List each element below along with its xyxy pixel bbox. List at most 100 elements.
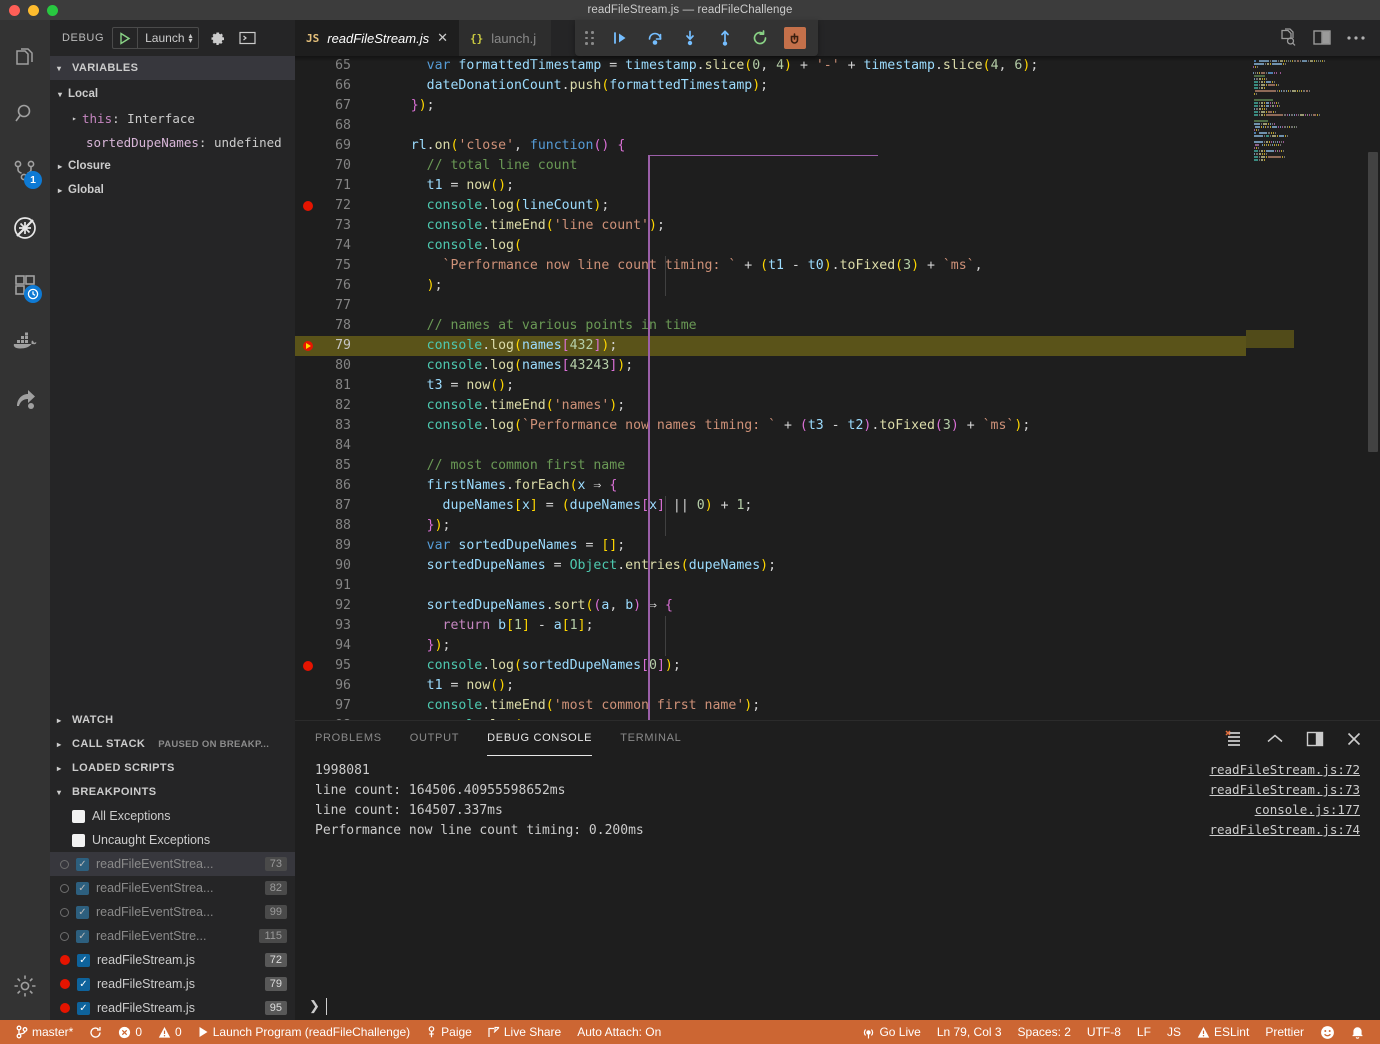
code-line[interactable]: 80 console.log(names[43243]);: [295, 356, 1246, 376]
code-line[interactable]: 74 console.log(: [295, 236, 1246, 256]
breakpoint-gutter[interactable]: [295, 296, 321, 316]
checkbox[interactable]: ✓: [76, 930, 89, 943]
status-cursor-position[interactable]: Ln 79, Col 3: [929, 1020, 1010, 1044]
code-text[interactable]: t1 = now();: [365, 676, 1246, 696]
status-account[interactable]: Paige: [418, 1020, 480, 1044]
checkbox[interactable]: ✓: [77, 1002, 90, 1015]
breakpoint-gutter[interactable]: [295, 336, 321, 356]
start-debugging-button[interactable]: [113, 28, 137, 48]
code-text[interactable]: console.log(`Performance now names timin…: [365, 416, 1246, 436]
breakpoint-gutter[interactable]: [295, 176, 321, 196]
checkbox[interactable]: ✓: [76, 858, 89, 871]
section-loaded-scripts[interactable]: ▸ LOADED SCRIPTS: [50, 756, 295, 780]
code-text[interactable]: sortedDupeNames.sort((a, b) ⇒ {: [365, 596, 1246, 616]
debug-stop-button[interactable]: [777, 23, 812, 53]
code-line[interactable]: 76 );: [295, 276, 1246, 296]
code-line[interactable]: 81 t3 = now();: [295, 376, 1246, 396]
code-text[interactable]: // names at various points in time: [365, 316, 1246, 336]
debug-step-over-button[interactable]: [637, 23, 672, 53]
status-language-mode[interactable]: JS: [1159, 1020, 1189, 1044]
variables-scope-closure[interactable]: ▸ Closure: [50, 154, 295, 178]
breakpoint-gutter[interactable]: [295, 476, 321, 496]
breakpoint-dot-icon[interactable]: [303, 201, 313, 211]
checkbox[interactable]: ✓: [76, 882, 89, 895]
breakpoint-gutter[interactable]: [295, 376, 321, 396]
section-watch[interactable]: ▸ WATCH: [50, 708, 295, 732]
checkbox[interactable]: ✓: [77, 954, 90, 967]
breakpoint-gutter[interactable]: [295, 316, 321, 336]
tab-output[interactable]: OUTPUT: [410, 732, 459, 746]
code-text[interactable]: dupeNames[x] = (dupeNames[x] || 0) + 1;: [365, 496, 1246, 516]
code-text[interactable]: });: [365, 516, 1246, 536]
grip-icon[interactable]: [581, 31, 602, 45]
code-line[interactable]: 84: [295, 436, 1246, 456]
split-editor-icon[interactable]: [1312, 29, 1332, 47]
clear-console-icon[interactable]: [1225, 730, 1244, 747]
code-text[interactable]: `Performance now line count timing: ` + …: [365, 256, 1246, 276]
code-text[interactable]: [365, 116, 1246, 136]
variables-scope-global[interactable]: ▸ Global: [50, 178, 295, 202]
tab-terminal[interactable]: TERMINAL: [620, 732, 681, 746]
code-line[interactable]: 68: [295, 116, 1246, 136]
console-source-link[interactable]: readFileStream.js:73: [1209, 782, 1360, 797]
breakpoint-gutter[interactable]: [295, 696, 321, 716]
code-line[interactable]: 89 var sortedDupeNames = [];: [295, 536, 1246, 556]
current-breakpoint-icon[interactable]: [303, 341, 313, 351]
breakpoint-gutter[interactable]: [295, 416, 321, 436]
variable-row-sorteddupenames[interactable]: sortedDupeNames : undefined: [50, 130, 295, 154]
code-text[interactable]: [365, 436, 1246, 456]
checkbox[interactable]: ✓: [77, 978, 90, 991]
code-text[interactable]: dateDonationCount.push(formattedTimestam…: [365, 76, 1246, 96]
code-line[interactable]: 88 });: [295, 516, 1246, 536]
breakpoint-gutter[interactable]: [295, 556, 321, 576]
breakpoint-gutter[interactable]: [295, 356, 321, 376]
tab-debug-console[interactable]: DEBUG CONSOLE: [487, 732, 592, 746]
status-eslint[interactable]: ESLint: [1189, 1020, 1257, 1044]
breakpoint-gutter[interactable]: [295, 636, 321, 656]
status-live-share[interactable]: Live Share: [480, 1020, 569, 1044]
code-line[interactable]: 72 console.log(lineCount);: [295, 196, 1246, 216]
code-text[interactable]: console.timeEnd('most common first name'…: [365, 696, 1246, 716]
breakpoint-item[interactable]: ✓ readFileStream.js 79: [50, 972, 295, 996]
code-line[interactable]: 98 console.log(: [295, 716, 1246, 720]
code-text[interactable]: console.log(names[43243]);: [365, 356, 1246, 376]
code-line[interactable]: 95 console.log(sortedDupeNames[0]);: [295, 656, 1246, 676]
code-line[interactable]: 73 console.timeEnd('line count');: [295, 216, 1246, 236]
layout-panel-icon[interactable]: [1306, 731, 1324, 747]
debug-configuration-select[interactable]: Launch ▴▾: [138, 28, 197, 48]
code-text[interactable]: console.log(: [365, 236, 1246, 256]
open-debug-console-button[interactable]: [237, 27, 259, 49]
code-line[interactable]: 90 sortedDupeNames = Object.entries(dupe…: [295, 556, 1246, 576]
close-icon[interactable]: [1346, 731, 1362, 747]
breakpoint-item[interactable]: ✓ readFileStream.js 72: [50, 948, 295, 972]
breakpoint-item[interactable]: ✓ readFileEventStrea... 99: [50, 900, 295, 924]
breakpoint-gutter[interactable]: [295, 656, 321, 676]
code-text[interactable]: });: [365, 96, 1246, 116]
console-source-link[interactable]: readFileStream.js:74: [1209, 822, 1360, 837]
breakpoint-gutter[interactable]: [295, 96, 321, 116]
close-icon[interactable]: ✕: [437, 30, 448, 46]
code-line[interactable]: 70 // total line count: [295, 156, 1246, 176]
code-line[interactable]: 93 return b[1] - a[1];: [295, 616, 1246, 636]
breakpoint-all-exceptions[interactable]: All Exceptions: [50, 804, 295, 828]
code-text[interactable]: [365, 576, 1246, 596]
checkbox[interactable]: [72, 834, 85, 847]
breakpoint-gutter[interactable]: [295, 216, 321, 236]
activity-search[interactable]: [0, 85, 50, 142]
breakpoint-item[interactable]: ✓ readFileEventStrea... 82: [50, 876, 295, 900]
activity-docker[interactable]: [0, 313, 50, 370]
code-line[interactable]: 87 dupeNames[x] = (dupeNames[x] || 0) + …: [295, 496, 1246, 516]
breakpoint-gutter[interactable]: [295, 576, 321, 596]
status-warnings[interactable]: 0: [150, 1020, 190, 1044]
breakpoint-gutter[interactable]: [295, 496, 321, 516]
code-text[interactable]: t3 = now();: [365, 376, 1246, 396]
code-text[interactable]: t1 = now();: [365, 176, 1246, 196]
tab-readfilestream-js[interactable]: JS readFileStream.js ✕: [295, 20, 459, 56]
status-sync[interactable]: [81, 1020, 110, 1044]
checkbox[interactable]: ✓: [76, 906, 89, 919]
code-text[interactable]: });: [365, 636, 1246, 656]
variables-scope-local[interactable]: ▾ Local: [50, 82, 295, 106]
breakpoint-gutter[interactable]: [295, 676, 321, 696]
status-prettier[interactable]: Prettier: [1257, 1020, 1312, 1044]
debug-step-out-button[interactable]: [707, 23, 742, 53]
